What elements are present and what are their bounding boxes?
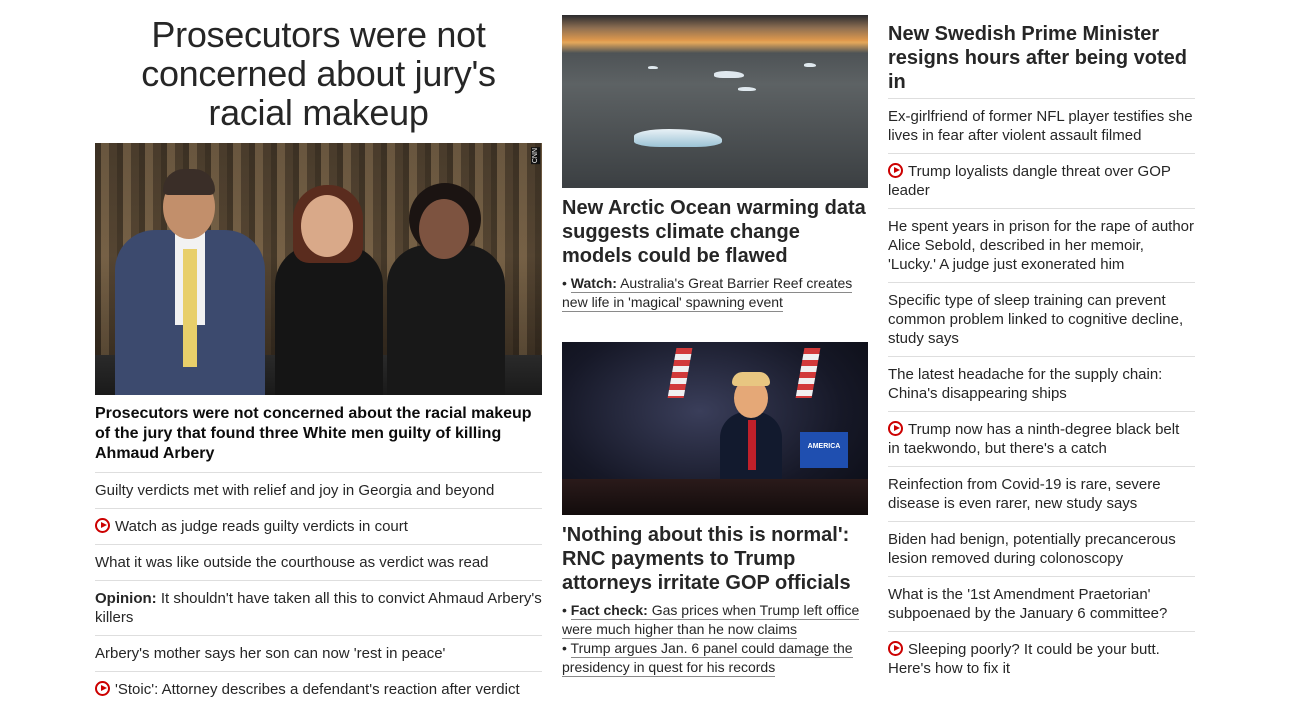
video-play-icon <box>95 681 110 696</box>
headline-list: Ex-girlfriend of former NFL player testi… <box>888 99 1195 686</box>
video-play-icon <box>888 163 903 178</box>
list-item[interactable]: What it was like outside the courthouse … <box>95 545 542 581</box>
iceberg <box>648 66 658 69</box>
arctic-sublink[interactable]: • Watch: Australia's Great Barrier Reef … <box>562 274 868 312</box>
iceberg <box>804 63 816 67</box>
list-item[interactable]: Biden had benign, potentially precancero… <box>888 522 1195 577</box>
list-item[interactable]: Reinfection from Covid-19 is rare, sever… <box>888 467 1195 522</box>
arctic-headline[interactable]: New Arctic Ocean warming data suggests c… <box>562 196 868 268</box>
video-play-icon <box>95 518 110 533</box>
jan6-sublink[interactable]: • Trump argues Jan. 6 panel could damage… <box>562 639 868 677</box>
opinion-label: Opinion: <box>95 590 157 607</box>
sunset-sky <box>562 15 868 41</box>
person-man <box>115 155 265 395</box>
speaker-hair <box>732 372 770 386</box>
list-item[interactable]: Ex-girlfriend of former NFL player testi… <box>888 99 1195 154</box>
rnc-headline[interactable]: 'Nothing about this is normal': RNC paym… <box>562 523 868 595</box>
iceberg <box>714 71 744 78</box>
flag <box>667 348 693 398</box>
list-item[interactable]: Sleeping poorly? It could be your butt. … <box>888 632 1195 686</box>
watch-label: Watch: <box>570 275 617 291</box>
right-column: New Swedish Prime Minister resigns hours… <box>888 0 1195 686</box>
list-item[interactable]: Trump loyalists dangle threat over GOP l… <box>888 154 1195 209</box>
list-item[interactable]: Trump now has a ninth-degree black belt … <box>888 412 1195 467</box>
arctic-ocean-photo[interactable] <box>562 15 868 188</box>
list-item[interactable]: Opinion: It shouldn't have taken all thi… <box>95 581 542 636</box>
fact-check-label: Fact check: <box>570 602 648 618</box>
podium-sign: AMERICA <box>800 432 848 468</box>
middle-column: New Arctic Ocean warming data suggests c… <box>562 0 868 677</box>
list-item[interactable]: He spent years in prison for the rape of… <box>888 209 1195 283</box>
iceberg <box>634 129 722 147</box>
crowd <box>562 479 868 515</box>
cnn-watermark: CNN <box>531 147 540 165</box>
swedish-pm-headline[interactable]: New Swedish Prime Minister resigns hours… <box>888 22 1195 99</box>
fact-check-sublink[interactable]: • Fact check: Gas prices when Trump left… <box>562 601 868 639</box>
list-item[interactable]: Specific type of sleep training can prev… <box>888 283 1195 357</box>
person-woman-red-hair <box>275 175 383 395</box>
related-links-list: Guilty verdicts met with relief and joy … <box>95 473 542 701</box>
list-item[interactable]: Arbery's mother says her son can now 're… <box>95 636 542 672</box>
list-item[interactable]: 'Stoic': Attorney describes a defendant'… <box>95 672 542 701</box>
flag <box>795 348 821 398</box>
lead-photo[interactable]: CNN <box>95 143 542 395</box>
video-play-icon <box>888 641 903 656</box>
person-woman <box>387 177 505 395</box>
list-item[interactable]: What is the '1st Amendment Praetorian' s… <box>888 577 1195 632</box>
speaker-tie <box>748 420 756 470</box>
lead-headline[interactable]: Prosecutors were not concerned about jur… <box>95 15 542 143</box>
video-play-icon <box>888 421 903 436</box>
trump-rally-photo[interactable]: AMERICA <box>562 342 868 515</box>
list-item[interactable]: Watch as judge reads guilty verdicts in … <box>95 509 542 545</box>
lead-caption[interactable]: Prosecutors were not concerned about the… <box>95 404 542 473</box>
list-item[interactable]: Guilty verdicts met with relief and joy … <box>95 473 542 509</box>
lead-story-column: Prosecutors were not concerned about jur… <box>95 0 542 701</box>
iceberg <box>738 87 756 91</box>
list-item[interactable]: The latest headache for the supply chain… <box>888 357 1195 412</box>
